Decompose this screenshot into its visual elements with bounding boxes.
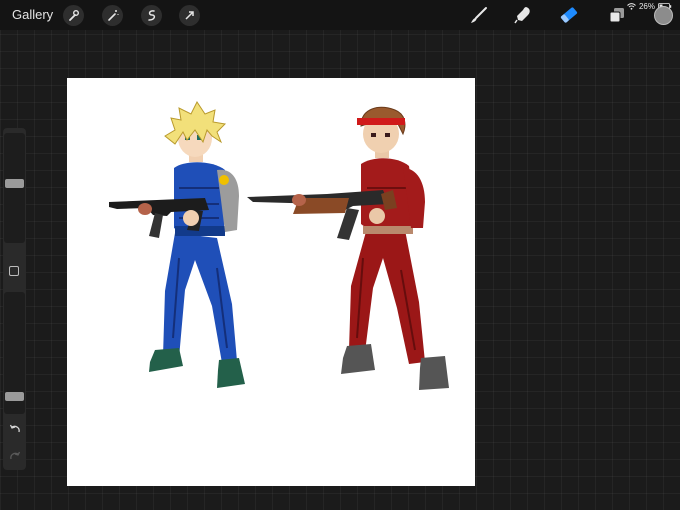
artwork	[109, 101, 449, 390]
modify-button[interactable]	[9, 266, 19, 276]
redo-icon	[9, 451, 20, 459]
layers-icon	[609, 8, 624, 23]
red-character-illustration	[247, 106, 449, 390]
color-picker-button[interactable]	[654, 6, 673, 25]
wrench-icon	[69, 10, 79, 21]
opacity-slider-handle[interactable]	[5, 392, 24, 402]
smudge-icon	[514, 7, 530, 24]
transform-button[interactable]	[179, 5, 200, 26]
undo-icon	[9, 424, 20, 432]
magic-wand-icon	[108, 10, 119, 21]
eraser-button[interactable]	[558, 4, 580, 26]
transform-arrow-icon	[185, 11, 194, 20]
opacity-slider[interactable]	[4, 292, 25, 414]
selection-button[interactable]	[141, 5, 162, 26]
undo-button[interactable]	[7, 422, 22, 437]
brush-button[interactable]	[468, 4, 490, 26]
battery-percentage: 26%	[638, 2, 655, 11]
brush-size-slider[interactable]	[4, 133, 25, 243]
layers-button[interactable]	[606, 4, 628, 26]
brush-size-slider-handle[interactable]	[5, 178, 24, 188]
sidebar	[3, 128, 26, 470]
adjustments-button[interactable]	[102, 5, 123, 26]
drawing-canvas[interactable]	[67, 78, 475, 486]
blue-character-illustration	[109, 101, 245, 388]
selection-icon	[148, 10, 156, 21]
gallery-button[interactable]: Gallery	[12, 7, 53, 22]
brush-icon	[471, 7, 487, 23]
smudge-button[interactable]	[512, 4, 534, 26]
wifi-icon	[627, 3, 636, 10]
actions-button[interactable]	[63, 5, 84, 26]
eraser-icon	[560, 7, 578, 23]
redo-button[interactable]	[7, 449, 22, 464]
top-toolbar: Gallery 26%	[0, 0, 680, 30]
